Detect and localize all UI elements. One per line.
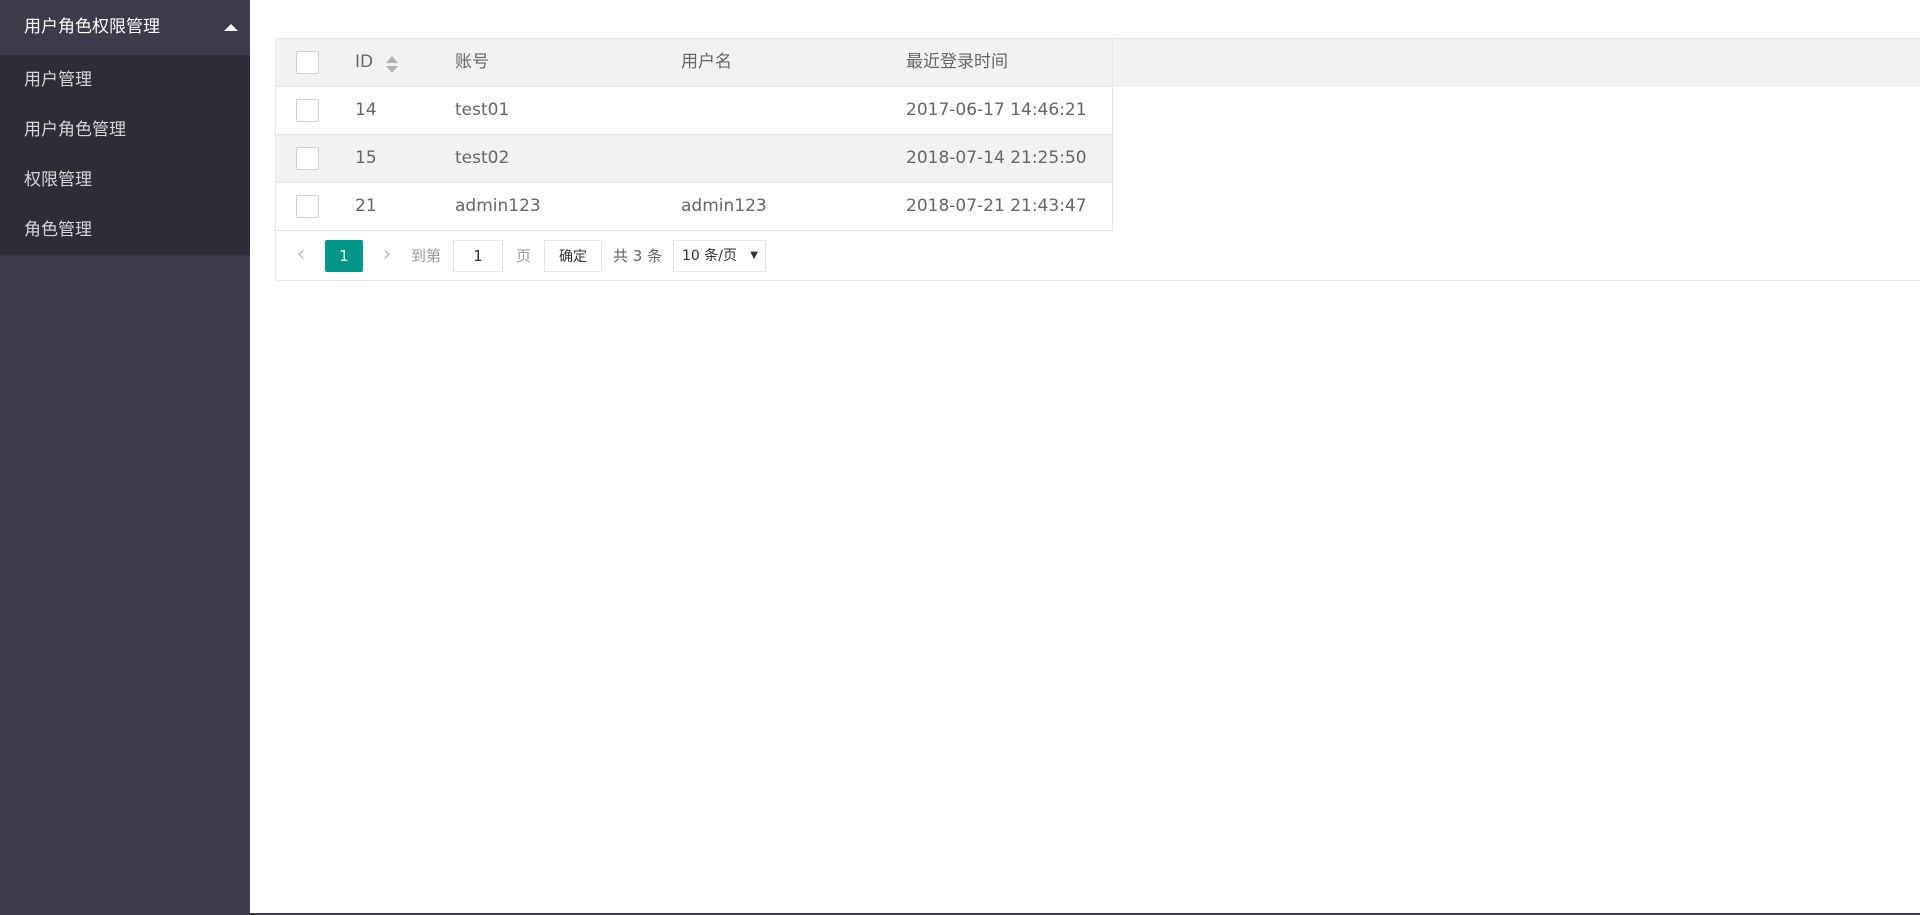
header-filler bbox=[1112, 39, 1920, 87]
goto-page-input[interactable] bbox=[453, 240, 503, 272]
confirm-button[interactable]: 确定 bbox=[544, 240, 602, 272]
next-page-icon[interactable]: › bbox=[374, 243, 400, 269]
row-checkbox[interactable] bbox=[296, 147, 319, 170]
user-table: ID 账号 用户名 最近登录时间 14 test01 2017-06-17 14… bbox=[275, 38, 1920, 281]
prev-page-icon[interactable]: ‹ bbox=[288, 243, 314, 269]
select-all-checkbox[interactable] bbox=[296, 51, 319, 74]
cell-id: 14 bbox=[355, 100, 377, 120]
cell-id: 15 bbox=[355, 148, 377, 168]
column-header-username: 用户名 bbox=[681, 52, 732, 72]
sidebar-item-user-management[interactable]: 用户管理 bbox=[0, 55, 250, 105]
page-1-button[interactable]: 1 bbox=[325, 240, 363, 272]
cell-account: test02 bbox=[455, 148, 510, 168]
page-size-select[interactable]: 10 条/页 ▼ bbox=[673, 240, 766, 272]
row-checkbox[interactable] bbox=[296, 99, 319, 122]
goto-label: 到第 bbox=[411, 247, 442, 265]
cell-account: test01 bbox=[455, 100, 510, 120]
dropdown-caret-icon: ▼ bbox=[750, 250, 758, 261]
cell-account: admin123 bbox=[455, 196, 541, 216]
cell-id: 21 bbox=[355, 196, 377, 216]
row-checkbox[interactable] bbox=[296, 195, 319, 218]
nav-group-user-role-permission[interactable]: 用户角色权限管理 bbox=[0, 0, 250, 55]
cell-last-login: 2018-07-21 21:43:47 bbox=[906, 196, 1087, 216]
pagination: ‹ 1 › 到第 页 确定 共 3 条 10 条/页 ▼ bbox=[276, 231, 1920, 281]
sidebar-item-permission-management[interactable]: 权限管理 bbox=[0, 155, 250, 205]
column-header-id[interactable]: ID bbox=[355, 39, 373, 86]
column-header-account: 账号 bbox=[455, 52, 489, 72]
table-header: ID 账号 用户名 最近登录时间 bbox=[276, 39, 1920, 87]
cell-username: admin123 bbox=[681, 196, 767, 216]
sidebar-item-role-management[interactable]: 角色管理 bbox=[0, 205, 250, 255]
table-empty-area bbox=[1112, 87, 1920, 231]
nav-children: 用户管理 用户角色管理 权限管理 角色管理 bbox=[0, 55, 250, 255]
nav-group-label: 用户角色权限管理 bbox=[24, 17, 160, 37]
page-suffix-label: 页 bbox=[516, 247, 532, 265]
sidebar-item-user-role-management[interactable]: 用户角色管理 bbox=[0, 105, 250, 155]
chevron-up-icon bbox=[224, 24, 238, 31]
total-count: 共 3 条 bbox=[613, 247, 663, 265]
column-header-last-login: 最近登录时间 bbox=[906, 52, 1008, 72]
cell-last-login: 2018-07-14 21:25:50 bbox=[906, 148, 1087, 168]
page-size-value: 10 条/页 bbox=[682, 248, 737, 264]
sidebar: 用户角色权限管理 用户管理 用户角色管理 权限管理 角色管理 bbox=[0, 0, 250, 913]
cell-last-login: 2017-06-17 14:46:21 bbox=[906, 100, 1087, 120]
sort-icon[interactable] bbox=[385, 56, 399, 74]
